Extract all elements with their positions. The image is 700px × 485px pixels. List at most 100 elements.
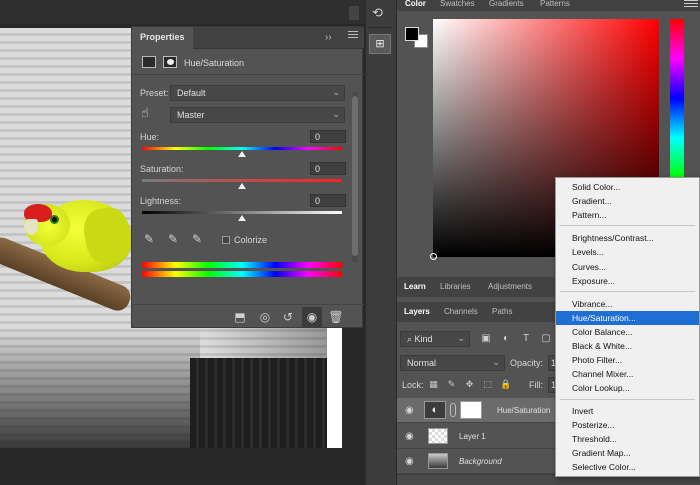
hue-label: Hue: <box>140 132 160 142</box>
preset-value: Default <box>177 88 206 98</box>
view-previous-icon[interactable]: ◎ <box>257 309 273 325</box>
photo-shadow-area <box>0 328 200 448</box>
menu-item-hue-saturation[interactable]: Hue/Saturation... <box>556 311 699 325</box>
hue-slider-track[interactable] <box>142 147 342 150</box>
filter-type-icon[interactable]: T <box>520 333 532 345</box>
adjustment-type-label: Hue/Saturation <box>184 58 245 68</box>
menu-item-pattern[interactable]: Pattern... <box>556 208 699 222</box>
opacity-label: Opacity: <box>510 358 544 368</box>
search-icon: ⌕ <box>407 334 415 344</box>
lock-position-icon[interactable]: ✥ <box>464 379 475 390</box>
menu-item-selective-color[interactable]: Selective Color... <box>556 460 699 474</box>
menu-item-brightness-contrast[interactable]: Brightness/Contrast... <box>556 231 699 245</box>
lightness-value-field[interactable]: 0 <box>310 194 346 207</box>
channel-dropdown[interactable]: Master ⌄ <box>170 107 345 123</box>
lock-image-icon[interactable]: ✎ <box>446 379 457 390</box>
foreground-color-swatch[interactable] <box>405 27 419 41</box>
saturation-value-field[interactable]: 0 <box>310 162 346 175</box>
collapse-panel-icon[interactable]: ›› <box>325 32 332 43</box>
tab-gradients[interactable]: Gradients <box>489 0 524 8</box>
menu-item-exposure[interactable]: Exposure... <box>556 274 699 288</box>
tab-adjustments[interactable]: Adjustments <box>488 282 532 291</box>
lock-transparent-icon[interactable]: ▦ <box>428 379 439 390</box>
menu-item-invert[interactable]: Invert <box>556 404 699 418</box>
menu-item-gradient[interactable]: Gradient... <box>556 194 699 208</box>
panel-icon-dock <box>365 0 397 485</box>
lightness-slider-thumb[interactable] <box>238 215 246 221</box>
fill-label: Fill: <box>529 380 543 390</box>
tab-channels[interactable]: Channels <box>444 307 478 316</box>
lightness-slider-track[interactable] <box>142 211 342 214</box>
parrot-beak <box>24 219 38 235</box>
visibility-eye-icon[interactable]: ◉ <box>405 405 417 416</box>
menu-item-gradient-map[interactable]: Gradient Map... <box>556 446 699 460</box>
tab-layers[interactable]: Layers <box>404 307 430 316</box>
menu-item-color-balance[interactable]: Color Balance... <box>556 325 699 339</box>
visibility-eye-icon[interactable]: ◉ <box>405 431 417 442</box>
menu-item-channel-mixer[interactable]: Channel Mixer... <box>556 367 699 381</box>
reset-icon[interactable]: ↺ <box>280 309 296 325</box>
history-icon[interactable]: ⟲ <box>372 5 388 21</box>
properties-header: Properties ›› <box>132 27 364 49</box>
menu-separator <box>560 399 695 400</box>
preset-label: Preset: <box>140 88 169 98</box>
tab-color[interactable]: Color <box>405 0 426 8</box>
menu-item-threshold[interactable]: Threshold... <box>556 432 699 446</box>
layer-thumbnail <box>428 428 448 444</box>
clip-to-layer-icon[interactable]: ⬒ <box>232 309 248 325</box>
filter-kind-dropdown[interactable]: ⌕ Kind ⌄ <box>400 331 470 347</box>
saturation-slider-track[interactable] <box>142 179 342 182</box>
delete-icon[interactable]: 🗑 <box>328 309 344 325</box>
menu-item-levels[interactable]: Levels... <box>556 245 699 259</box>
canvas-top-strip <box>0 0 365 24</box>
filter-shape-icon[interactable]: ▢ <box>540 333 552 345</box>
menu-item-black-white[interactable]: Black & White... <box>556 339 699 353</box>
visibility-eye-icon[interactable]: ◉ <box>405 456 417 467</box>
tab-learn[interactable]: Learn <box>404 282 426 291</box>
properties-scrollbar[interactable] <box>352 92 358 262</box>
saturation-slider-thumb[interactable] <box>238 183 246 189</box>
tab-swatches[interactable]: Swatches <box>440 0 475 8</box>
hand-target-icon[interactable]: ☝ <box>141 105 157 123</box>
mask-link-icon[interactable] <box>450 403 456 417</box>
menu-item-photo-filter[interactable]: Photo Filter... <box>556 353 699 367</box>
mask-icon[interactable] <box>163 56 177 68</box>
menu-item-curves[interactable]: Curves... <box>556 260 699 274</box>
tab-libraries[interactable]: Libraries <box>440 282 471 291</box>
tab-patterns[interactable]: Patterns <box>540 0 570 8</box>
color-picker-cursor[interactable] <box>430 253 437 260</box>
colorize-checkbox[interactable] <box>222 236 230 244</box>
lock-all-icon[interactable]: 🔒 <box>500 379 511 390</box>
menu-item-vibrance[interactable]: Vibrance... <box>556 297 699 311</box>
adjustment-type-bar: Hue/Saturation <box>132 51 364 75</box>
menu-separator <box>560 225 695 226</box>
menu-item-color-lookup[interactable]: Color Lookup... <box>556 381 699 395</box>
adjustment-layer-menu: Solid Color... Gradient... Pattern... Br… <box>555 177 700 477</box>
blend-mode-dropdown[interactable]: Normal ⌄ <box>400 355 505 371</box>
hue-slider-thumb[interactable] <box>238 151 246 157</box>
adjustment-layer-icon[interactable] <box>142 56 156 68</box>
lock-artboard-icon[interactable]: ⬚ <box>482 379 493 390</box>
filter-pixel-icon[interactable]: ▣ <box>480 333 492 345</box>
chevron-down-icon: ⌄ <box>332 87 340 97</box>
dock-divider <box>369 27 391 28</box>
panel-menu-icon[interactable] <box>348 31 358 41</box>
panel-menu-icon[interactable] <box>684 0 698 8</box>
blend-mode-value: Normal <box>407 358 437 368</box>
input-color-bar <box>142 262 342 268</box>
eyedropper-icon[interactable]: ✎ <box>144 232 158 246</box>
tab-paths[interactable]: Paths <box>492 307 512 316</box>
eyedropper-plus-icon[interactable]: ✎ <box>168 232 182 246</box>
visibility-icon[interactable]: ◉ <box>304 309 320 325</box>
hue-value-field[interactable]: 0 <box>310 130 346 143</box>
properties-tab[interactable]: Properties <box>132 27 193 49</box>
eyedropper-minus-icon[interactable]: ✎ <box>192 232 206 246</box>
mask-thumbnail[interactable] <box>460 401 482 419</box>
filter-kind-value: Kind <box>414 334 433 344</box>
preset-dropdown[interactable]: Default ⌄ <box>170 85 345 101</box>
menu-item-solid-color[interactable]: Solid Color... <box>556 180 699 194</box>
properties-dock-icon[interactable]: ⊞ <box>369 34 391 54</box>
filter-adjustment-icon[interactable]: ◐ <box>500 333 512 345</box>
layer-name: Background <box>459 457 502 466</box>
menu-item-posterize[interactable]: Posterize... <box>556 418 699 432</box>
